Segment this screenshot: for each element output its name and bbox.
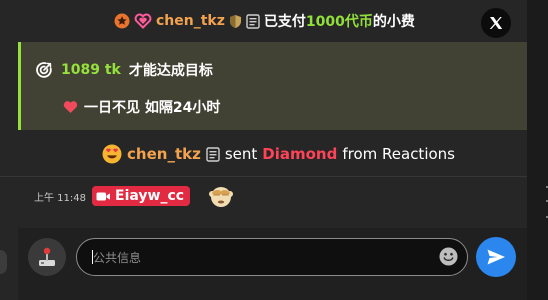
send-icon	[486, 248, 506, 266]
tip-text-after: 的小费	[372, 14, 415, 30]
send-button[interactable]	[476, 237, 516, 277]
left-edge-handle[interactable]	[0, 250, 7, 274]
tip-username[interactable]: chen_tkz	[156, 13, 225, 29]
tip-amount: 1000代币	[305, 14, 373, 30]
x-logo-icon	[489, 16, 503, 30]
goal-progress-line: 1089 tk 才能达成目标	[35, 60, 213, 80]
tip-banner-row: chen_tkz 已支付 1000代币 的小费	[0, 0, 527, 42]
heart-eyes-emoji	[102, 144, 122, 164]
heart-gem-icon	[134, 13, 152, 29]
gift-event-row: chen_tkz sent Diamond from Reactions	[0, 134, 527, 174]
gift-username[interactable]: chen_tkz	[127, 145, 201, 163]
goal-box: 1089 tk 才能达成目标 一日不见 如隔24小时	[18, 42, 527, 130]
goal-target-icon	[35, 61, 53, 79]
note-icon	[206, 146, 220, 162]
divider	[0, 176, 527, 177]
emoji-button[interactable]	[438, 246, 458, 266]
goal-text: 才能达成目标	[128, 63, 213, 79]
shield-icon	[229, 14, 242, 29]
gift-source-label: from Reactions	[342, 145, 455, 163]
goal-description-line: 一日不见 如隔24小时	[63, 97, 220, 117]
sender-live-badge[interactable]: Eiayw_cc	[92, 186, 191, 206]
joystick-icon	[36, 246, 58, 268]
tip-banner: chen_tkz 已支付 1000代币 的小费	[114, 11, 415, 31]
note-icon	[246, 13, 260, 29]
sender-name: Eiayw_cc	[115, 188, 185, 204]
goal-description: 一日不见 如隔24小时	[84, 100, 221, 116]
message-input[interactable]	[91, 247, 425, 269]
message-time: 上午 11:48	[34, 192, 86, 204]
x-share-button[interactable]	[481, 8, 511, 38]
chat-input-box[interactable]	[76, 238, 468, 276]
gift-event: chen_tkz sent Diamond from Reactions	[102, 144, 455, 164]
gift-sent-label: sent	[224, 145, 258, 163]
star-badge-icon	[114, 13, 130, 29]
goal-amount: 1089 tk	[61, 62, 121, 78]
gift-name: Diamond	[262, 145, 338, 163]
see-no-evil-emoji	[208, 184, 234, 208]
heart-icon	[63, 100, 78, 114]
right-sidebar-edge	[527, 0, 548, 300]
smiley-icon	[439, 247, 458, 266]
camera-icon	[96, 191, 111, 202]
chat-message: 上午 11:48 Eiayw_cc	[34, 184, 234, 208]
tip-text-before: 已支付	[263, 14, 306, 30]
game-button[interactable]	[28, 238, 66, 276]
